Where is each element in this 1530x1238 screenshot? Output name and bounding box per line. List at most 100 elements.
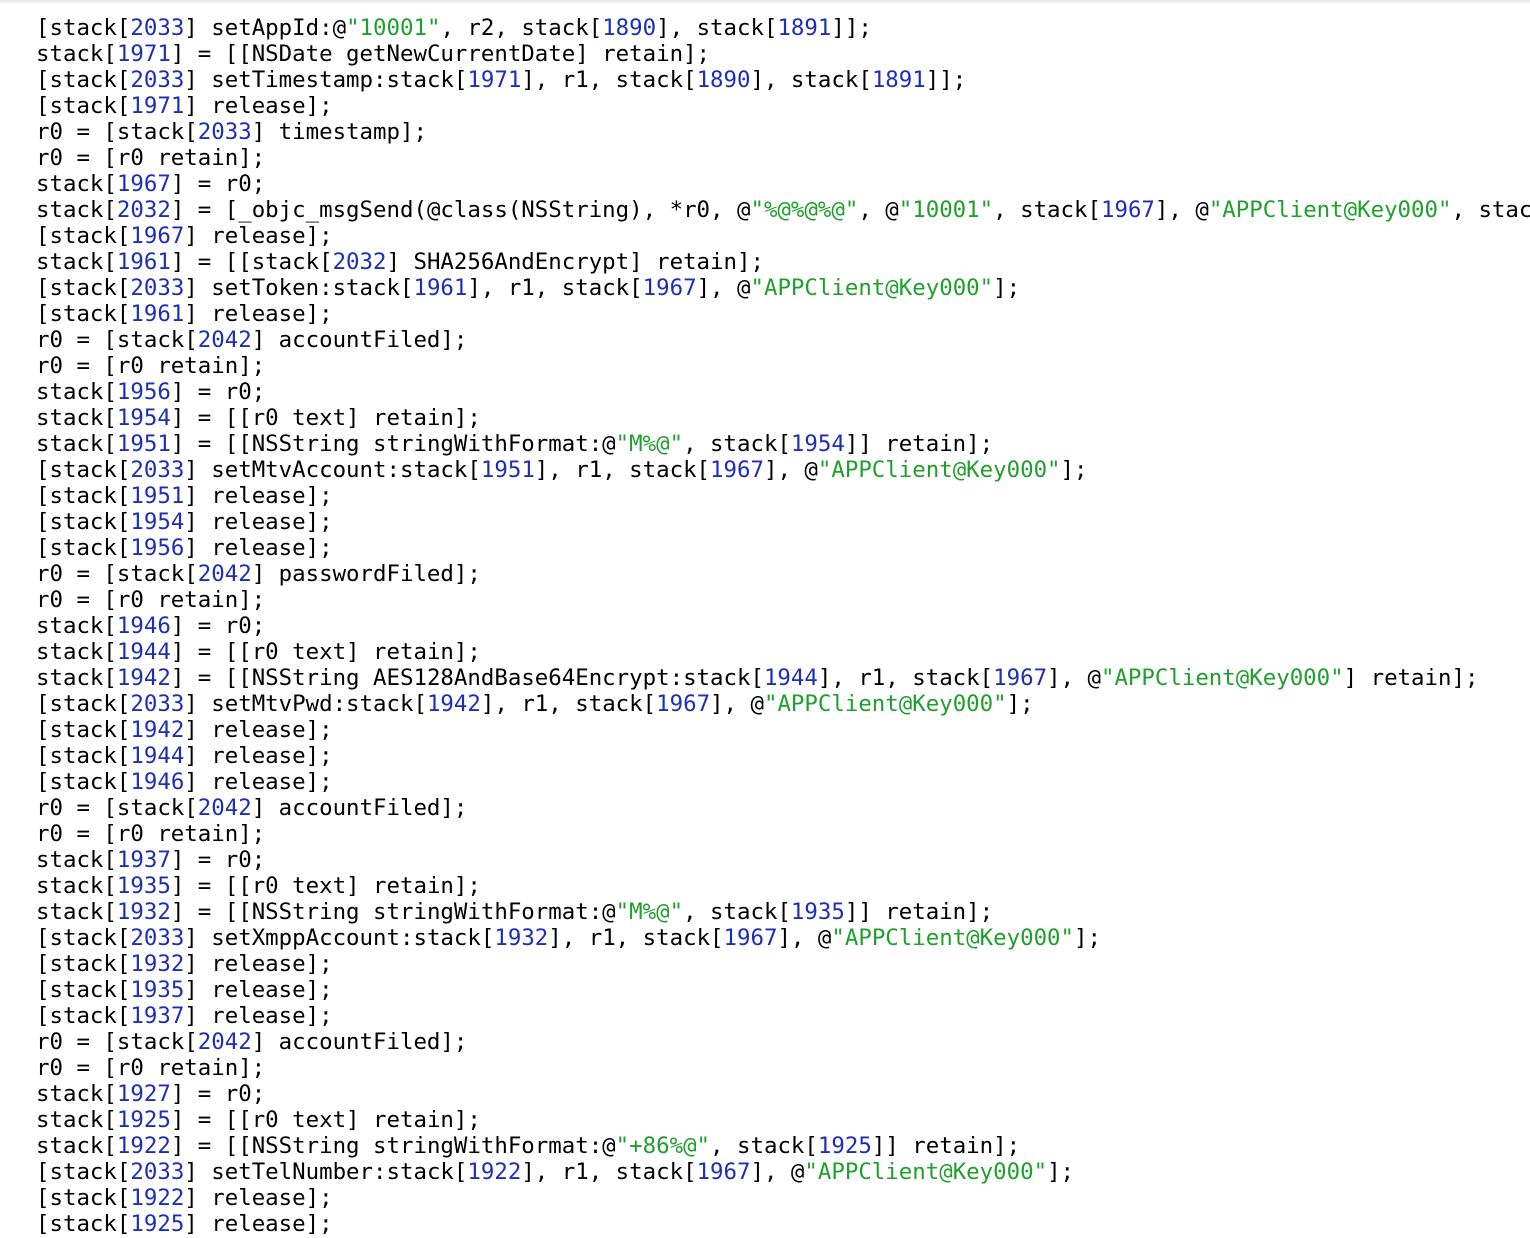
number-literal: 1967 xyxy=(696,1159,751,1185)
code-line[interactable]: [stack[1951] release]; xyxy=(36,483,1530,509)
code-line[interactable]: stack[2032] = [_objc_msgSend(@class(NSSt… xyxy=(36,197,1530,223)
string-literal: "APPClient@Key000" xyxy=(831,925,1075,951)
number-literal: 1922 xyxy=(116,1133,171,1159)
code-line[interactable]: r0 = [stack[2042] accountFiled]; xyxy=(36,795,1530,821)
string-literal: "APPClient@Key000" xyxy=(1100,665,1344,691)
code-line[interactable]: [stack[2033] setMtvPwd:stack[1942], r1, … xyxy=(36,691,1530,717)
code-line[interactable]: r0 = [stack[2042] accountFiled]; xyxy=(36,327,1530,353)
code-line[interactable]: [stack[2033] setToken:stack[1961], r1, s… xyxy=(36,275,1530,301)
number-literal: 1967 xyxy=(116,171,171,197)
code-line[interactable]: stack[1946] = r0; xyxy=(36,613,1530,639)
code-line[interactable]: [stack[2033] setMtvAccount:stack[1951], … xyxy=(36,457,1530,483)
number-literal: 2042 xyxy=(197,795,252,821)
code-line[interactable]: stack[1935] = [[r0 text] retain]; xyxy=(36,873,1530,899)
number-literal: 1961 xyxy=(130,301,185,327)
number-literal: 1944 xyxy=(763,665,818,691)
code-line[interactable]: stack[1951] = [[NSString stringWithForma… xyxy=(36,431,1530,457)
code-line[interactable]: r0 = [stack[2042] passwordFiled]; xyxy=(36,561,1530,587)
code-line[interactable]: stack[1925] = [[r0 text] retain]; xyxy=(36,1107,1530,1133)
code-line[interactable]: r0 = [stack[2042] accountFiled]; xyxy=(36,1029,1530,1055)
code-line[interactable]: stack[1932] = [[NSString stringWithForma… xyxy=(36,899,1530,925)
code-line[interactable]: [stack[1967] release]; xyxy=(36,223,1530,249)
number-literal: 1925 xyxy=(130,1211,185,1237)
number-literal: 1937 xyxy=(116,847,171,873)
string-literal: "APPClient@Key000" xyxy=(763,691,1007,717)
code-line[interactable]: stack[1927] = r0; xyxy=(36,1081,1530,1107)
number-literal: 2033 xyxy=(130,275,185,301)
number-literal: 2032 xyxy=(116,197,171,223)
code-line[interactable]: stack[1961] = [[stack[2032] SHA256AndEnc… xyxy=(36,249,1530,275)
number-literal: 1946 xyxy=(130,769,185,795)
number-literal: 2042 xyxy=(197,1029,252,1055)
number-literal: 2042 xyxy=(197,327,252,353)
number-literal: 1954 xyxy=(116,405,171,431)
code-editor[interactable]: [stack[2033] setAppId:@"10001", r2, stac… xyxy=(0,0,1530,1238)
number-literal: 1932 xyxy=(130,951,185,977)
code-line[interactable]: r0 = [r0 retain]; xyxy=(36,1055,1530,1081)
string-literal: "APPClient@Key000" xyxy=(817,457,1061,483)
number-literal: 1971 xyxy=(467,67,522,93)
number-literal: 1927 xyxy=(116,1081,171,1107)
code-line[interactable]: stack[1937] = r0; xyxy=(36,847,1530,873)
code-line[interactable]: [stack[1954] release]; xyxy=(36,509,1530,535)
number-literal: 1922 xyxy=(130,1185,185,1211)
code-line[interactable]: r0 = [r0 retain]; xyxy=(36,145,1530,171)
code-line[interactable]: stack[1971] = [[NSDate getNewCurrentDate… xyxy=(36,41,1530,67)
number-literal: 1971 xyxy=(130,93,185,119)
code-line[interactable]: stack[1954] = [[r0 text] retain]; xyxy=(36,405,1530,431)
code-line[interactable]: stack[1967] = r0; xyxy=(36,171,1530,197)
code-line[interactable]: [stack[1961] release]; xyxy=(36,301,1530,327)
code-line[interactable]: r0 = [stack[2033] timestamp]; xyxy=(36,119,1530,145)
code-line[interactable]: [stack[2033] setXmppAccount:stack[1932],… xyxy=(36,925,1530,951)
number-literal: 1935 xyxy=(116,873,171,899)
code-line[interactable]: [stack[1932] release]; xyxy=(36,951,1530,977)
code-line[interactable]: stack[1942] = [[NSString AES128AndBase64… xyxy=(36,665,1530,691)
code-line[interactable]: [stack[1942] release]; xyxy=(36,717,1530,743)
code-line[interactable]: [stack[1937] release]; xyxy=(36,1003,1530,1029)
number-literal: 1935 xyxy=(790,899,845,925)
number-literal: 1951 xyxy=(130,483,185,509)
code-line[interactable]: [stack[1956] release]; xyxy=(36,535,1530,561)
code-line[interactable]: [stack[2033] setTelNumber:stack[1922], r… xyxy=(36,1159,1530,1185)
number-literal: 1890 xyxy=(602,15,657,41)
code-line[interactable]: [stack[1922] release]; xyxy=(36,1185,1530,1211)
code-line[interactable]: [stack[1971] release]; xyxy=(36,93,1530,119)
code-line[interactable]: [stack[2033] setTimestamp:stack[1971], r… xyxy=(36,67,1530,93)
number-literal: 1935 xyxy=(130,977,185,1003)
number-literal: 2033 xyxy=(130,457,185,483)
string-literal: "M%@" xyxy=(615,431,684,457)
code-line[interactable]: stack[1922] = [[NSString stringWithForma… xyxy=(36,1133,1530,1159)
number-literal: 1932 xyxy=(494,925,549,951)
number-literal: 1942 xyxy=(426,691,481,717)
code-line[interactable]: [stack[1935] release]; xyxy=(36,977,1530,1003)
number-literal: 1922 xyxy=(467,1159,522,1185)
number-literal: 1946 xyxy=(116,613,171,639)
code-line[interactable]: r0 = [r0 retain]; xyxy=(36,821,1530,847)
string-literal: "+86%@" xyxy=(615,1133,711,1159)
number-literal: 2033 xyxy=(130,67,185,93)
code-line[interactable]: [stack[1946] release]; xyxy=(36,769,1530,795)
code-line[interactable]: [stack[2033] setAppId:@"10001", r2, stac… xyxy=(36,15,1530,41)
number-literal: 1967 xyxy=(642,275,697,301)
number-literal: 1954 xyxy=(130,509,185,535)
number-literal: 1954 xyxy=(790,431,845,457)
code-line[interactable]: r0 = [r0 retain]; xyxy=(36,353,1530,379)
number-literal: 1971 xyxy=(116,41,171,67)
string-literal: "10001" xyxy=(346,15,441,41)
number-literal: 1944 xyxy=(130,743,185,769)
number-literal: 1944 xyxy=(116,639,171,665)
number-literal: 2033 xyxy=(130,15,185,41)
code-line[interactable]: stack[1944] = [[r0 text] retain]; xyxy=(36,639,1530,665)
number-literal: 1967 xyxy=(1100,197,1155,223)
window-top-edge xyxy=(0,0,1530,4)
code-line[interactable]: stack[1956] = r0; xyxy=(36,379,1530,405)
number-literal: 1925 xyxy=(116,1107,171,1133)
number-literal: 2032 xyxy=(332,249,387,275)
code-line[interactable]: [stack[1925] release]; xyxy=(36,1211,1530,1237)
code-listing[interactable]: [stack[2033] setAppId:@"10001", r2, stac… xyxy=(36,15,1530,1237)
code-line[interactable]: r0 = [r0 retain]; xyxy=(36,587,1530,613)
string-literal: "10001" xyxy=(898,197,994,223)
code-line[interactable]: [stack[1944] release]; xyxy=(36,743,1530,769)
number-literal: 1967 xyxy=(710,457,764,483)
number-literal: 1942 xyxy=(116,665,171,691)
